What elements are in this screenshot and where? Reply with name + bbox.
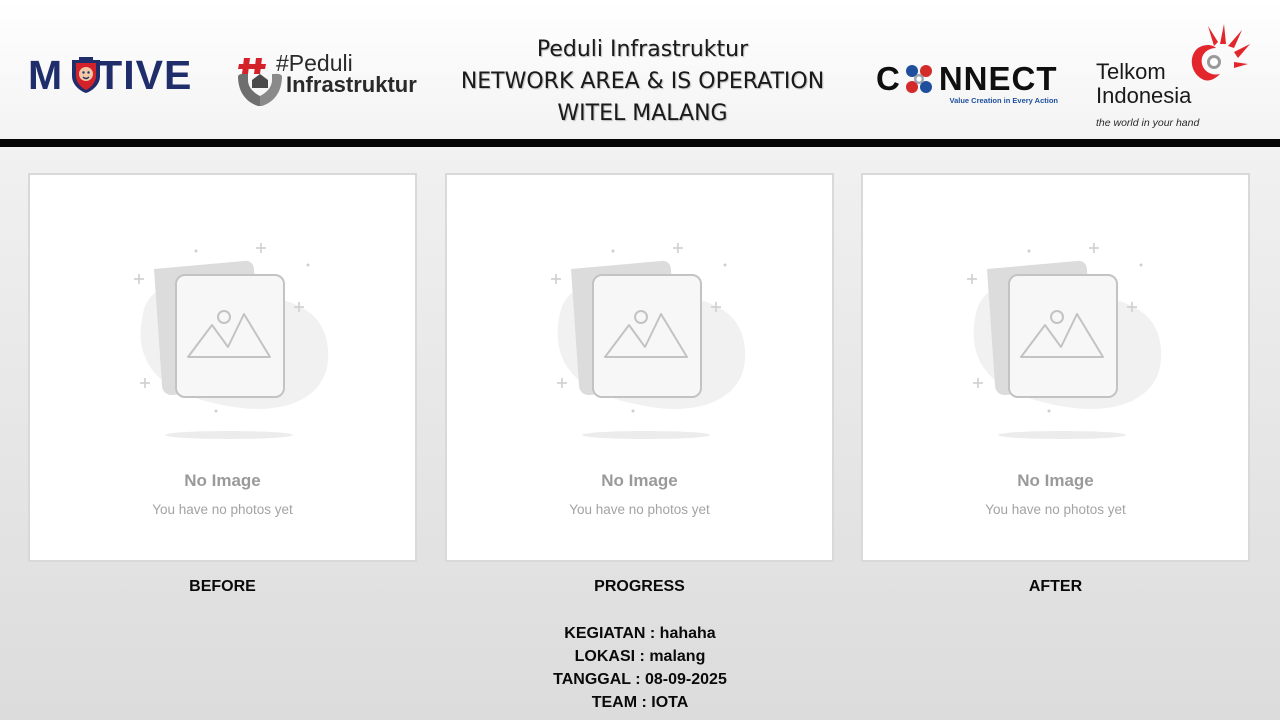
tanggal-text: TANGGAL : 08-09-2025 [553, 671, 727, 688]
telkom-name-line1: Telkom [1096, 59, 1166, 84]
photo-card-progress[interactable]: No Image You have no photos yet [445, 173, 834, 562]
title-line-1: Peduli Infrastruktur [536, 37, 749, 62]
kegiatan-text: KEGIATAN : hahaha [564, 625, 716, 642]
lokasi-text: LOKASI : malang [574, 648, 706, 665]
telkom-name: Telkom Indonesia [1096, 60, 1191, 108]
header: M TIVE #Peduli Infrastruktur Peduli Infra… [0, 0, 1280, 140]
photo-card-before[interactable]: No Image You have no photos yet [28, 173, 417, 562]
motive-letter-m: M [28, 52, 64, 98]
telkom-brand-icon [1191, 24, 1250, 81]
no-photos-subtitle: You have no photos yet [985, 502, 1126, 517]
caption-before: BEFORE [189, 578, 256, 595]
peduli-infrastruktur-logo: #Peduli Infrastruktur [236, 50, 432, 110]
lion-emblem-icon [72, 57, 100, 93]
telkom-indonesia-logo: Telkom Indonesia the world in your hand [1094, 22, 1254, 132]
title-line-2: NETWORK AREA & IS OPERATION [460, 69, 825, 94]
telkom-tagline: the world in your hand [1096, 117, 1200, 129]
photo-card-after[interactable]: No Image You have no photos yet [861, 173, 1250, 562]
motive-letters-tive: TIVE [97, 52, 193, 98]
no-image-title: No Image [184, 471, 261, 490]
no-image-placeholder-icon [551, 243, 746, 439]
peduli-line2: Infrastruktur [286, 72, 417, 97]
connect-ring-icon [906, 65, 932, 93]
no-image-placeholder-icon [967, 243, 1162, 439]
connect-tagline: Value Creation in Every Action [949, 96, 1058, 105]
connect-letter-c: C [876, 60, 901, 97]
no-photos-subtitle: You have no photos yet [152, 502, 293, 517]
motive-wordmark: M TIVE [28, 52, 193, 98]
caption-after: AFTER [1028, 578, 1083, 595]
no-photos-subtitle: You have no photos yet [569, 502, 710, 517]
team-text: TEAM : IOTA [591, 694, 689, 711]
no-image-title: No Image [601, 471, 678, 490]
connect-letters-nnect: NNECT [938, 60, 1058, 97]
activity-info: KEGIATAN : hahaha LOKASI : malang TANGGA… [440, 624, 840, 716]
title-line-3: WITEL MALANG [557, 101, 728, 126]
no-image-placeholder-icon [134, 243, 329, 439]
caption-progress: PROGRESS [594, 578, 685, 595]
page-title: Peduli Infrastruktur NETWORK AREA & IS O… [445, 34, 840, 130]
connect-logo: C NNECT Value Creation in Every Action [876, 62, 1060, 108]
no-image-title: No Image [1017, 471, 1094, 490]
motive-logo: M TIVE [28, 52, 208, 98]
telkom-name-line2: Indonesia [1096, 83, 1192, 108]
header-divider [0, 139, 1280, 147]
